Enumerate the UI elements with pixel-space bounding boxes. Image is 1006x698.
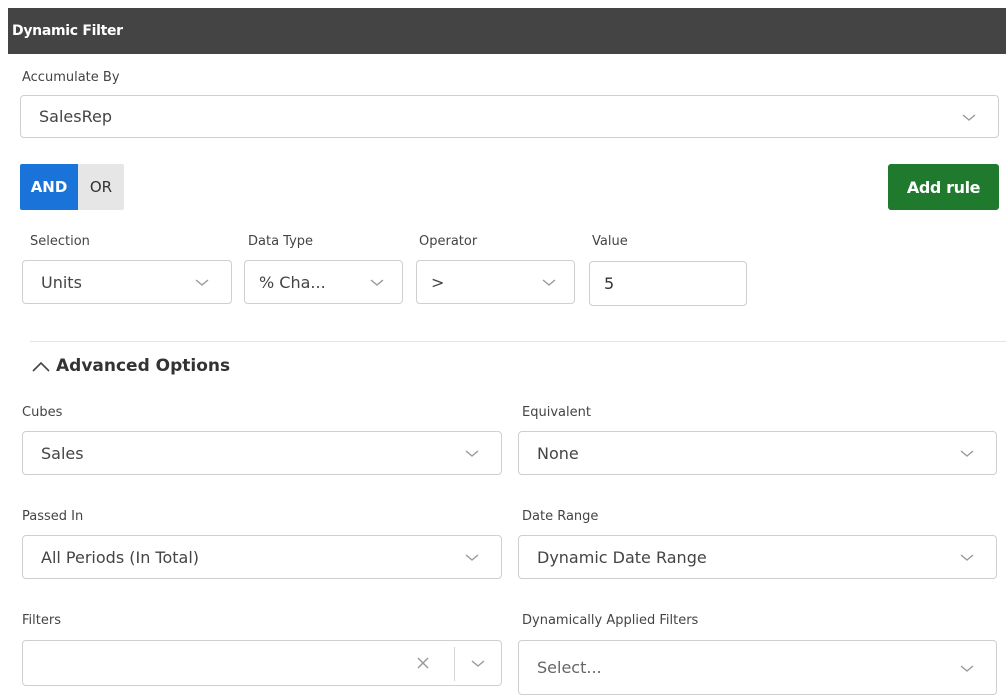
chevron-down-icon <box>960 550 974 564</box>
section-divider <box>30 341 1006 342</box>
data-type-label: Data Type <box>248 234 314 249</box>
date-range-label: Date Range <box>522 509 599 524</box>
panel-title: Dynamic Filter <box>12 23 123 39</box>
clear-icon[interactable] <box>415 655 431 671</box>
operator-value: > <box>431 272 445 292</box>
filters-separator <box>454 647 455 681</box>
passed-in-select[interactable]: All Periods (In Total) <box>22 535 502 579</box>
cubes-select[interactable]: Sales <box>22 431 502 475</box>
equivalent-value: None <box>537 443 579 463</box>
filters-multiselect[interactable] <box>22 640 502 686</box>
passed-in-value: All Periods (In Total) <box>41 547 200 567</box>
value-input-text: 5 <box>604 274 615 293</box>
value-label: Value <box>592 234 628 249</box>
date-range-select[interactable]: Dynamic Date Range <box>518 535 997 579</box>
chevron-down-icon <box>465 446 479 460</box>
equivalent-label: Equivalent <box>522 405 591 420</box>
chevron-up-icon <box>32 359 50 373</box>
chevron-down-icon <box>960 661 974 675</box>
filters-label: Filters <box>22 613 61 628</box>
accumulate-by-label: Accumulate By <box>22 70 120 85</box>
selection-select[interactable]: Units <box>22 260 232 304</box>
accumulate-by-select[interactable]: SalesRep <box>20 95 999 138</box>
value-input[interactable]: 5 <box>589 261 747 306</box>
dynamic-filters-placeholder: Select... <box>537 658 602 677</box>
chevron-down-icon <box>542 275 556 289</box>
chevron-down-icon <box>465 550 479 564</box>
panel-header: Dynamic Filter <box>8 8 1006 54</box>
selection-value: Units <box>41 272 82 292</box>
operator-label: Operator <box>419 234 478 249</box>
dynamic-filters-select[interactable]: Select... <box>518 640 997 695</box>
selection-label: Selection <box>30 234 90 249</box>
equivalent-select[interactable]: None <box>518 431 997 475</box>
accumulate-by-value: SalesRep <box>39 107 112 126</box>
logic-toggle: AND OR <box>20 164 124 210</box>
advanced-options-toggle[interactable]: Advanced Options <box>32 356 230 376</box>
operator-select[interactable]: > <box>416 260 575 304</box>
chevron-down-icon <box>195 275 209 289</box>
data-type-select[interactable]: % Cha... <box>244 260 403 304</box>
and-button[interactable]: AND <box>20 164 78 210</box>
chevron-down-icon <box>960 446 974 460</box>
chevron-down-icon <box>962 110 976 124</box>
advanced-options-label: Advanced Options <box>56 356 231 376</box>
data-type-value: % Cha... <box>259 272 326 292</box>
add-rule-button[interactable]: Add rule <box>888 164 999 210</box>
cubes-label: Cubes <box>22 405 63 420</box>
dynamic-filters-label: Dynamically Applied Filters <box>522 613 699 628</box>
chevron-down-icon[interactable] <box>471 656 485 670</box>
chevron-down-icon <box>370 275 384 289</box>
cubes-value: Sales <box>41 443 84 463</box>
passed-in-label: Passed In <box>22 509 84 524</box>
date-range-value: Dynamic Date Range <box>537 547 707 567</box>
or-button[interactable]: OR <box>78 164 124 210</box>
